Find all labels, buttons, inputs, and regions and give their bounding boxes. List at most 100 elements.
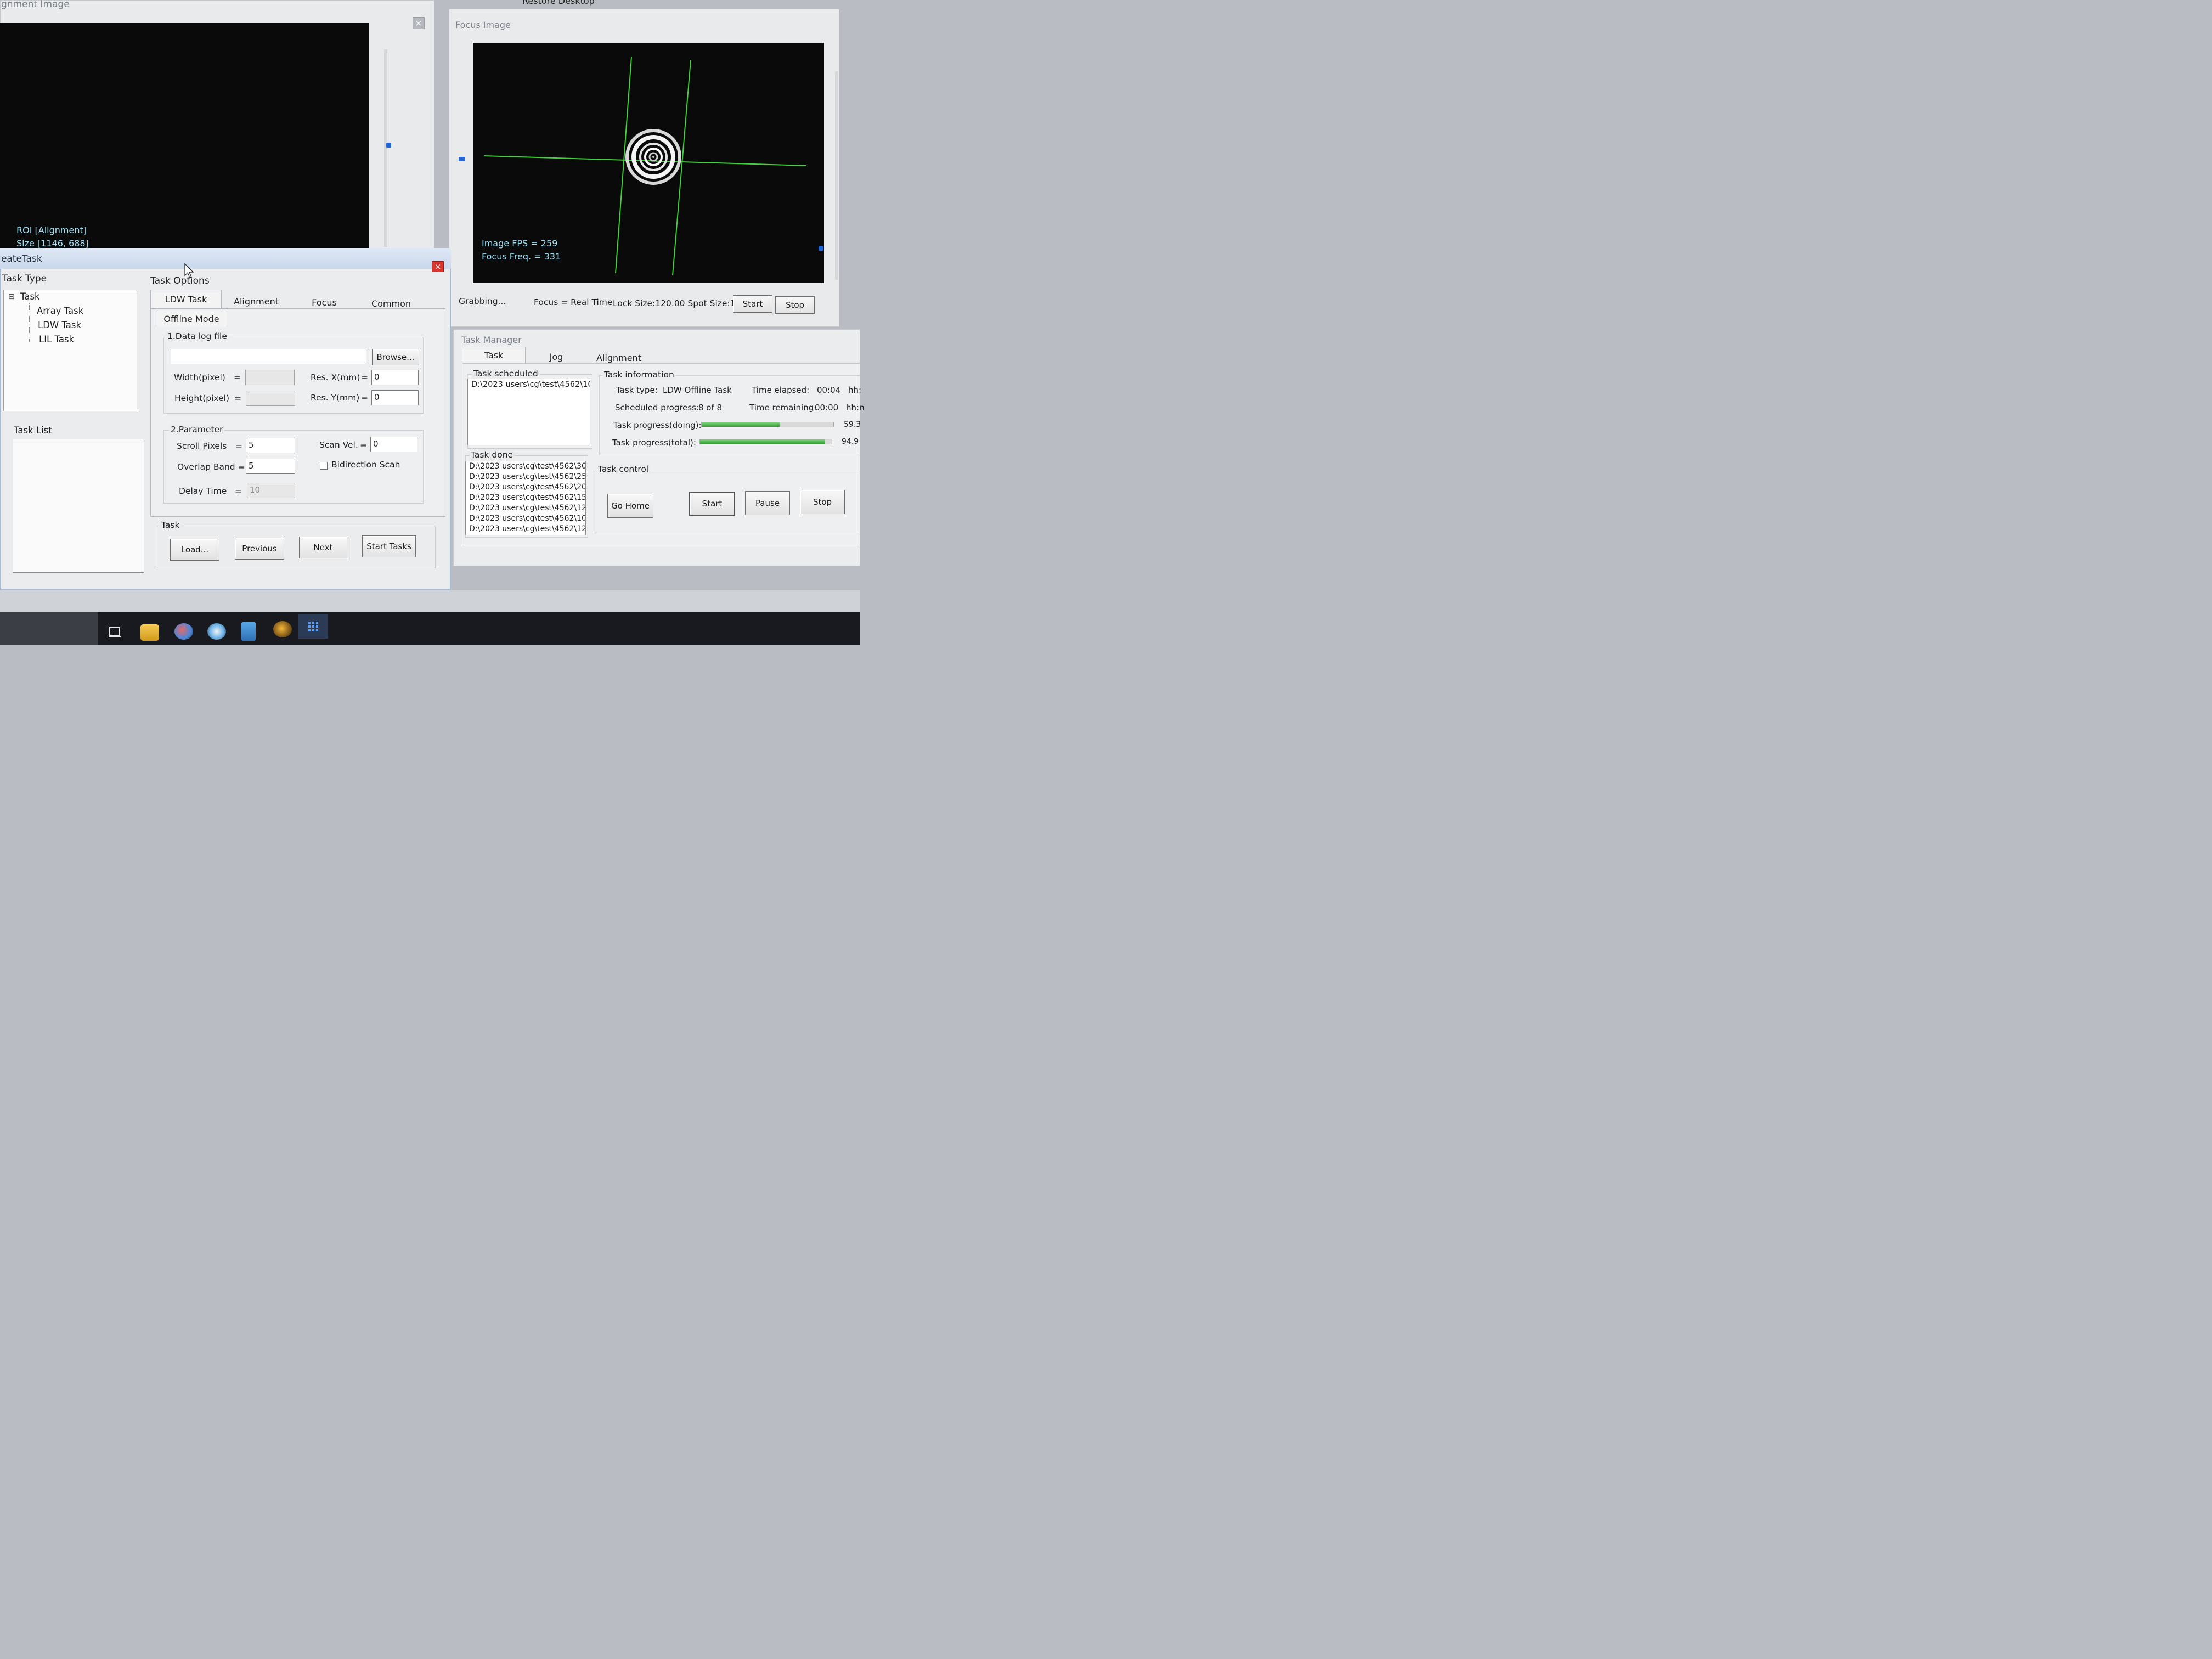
width-pixel-label: Width(pixel) xyxy=(174,373,225,382)
roi-label: ROI [Alignment] xyxy=(16,225,87,235)
progress-doing-percent: 59.3 xyxy=(844,420,861,429)
task-pause-button[interactable]: Pause xyxy=(745,491,790,515)
focus-spot-rings xyxy=(625,129,681,185)
res-y-input[interactable]: 0 xyxy=(371,390,419,405)
tab-offline-mode[interactable]: Offline Mode xyxy=(156,311,227,327)
task-type-value: LDW Offline Task xyxy=(663,385,732,395)
tree-node-task[interactable]: Task xyxy=(20,291,40,302)
close-icon: × xyxy=(415,18,422,28)
go-home-button[interactable]: Go Home xyxy=(607,494,653,518)
alignment-image-view: ROI [Alignment] Size [1146, 688] xyxy=(0,23,369,253)
list-item[interactable]: D:\2023 users\cg\test\4562\12- xyxy=(466,503,585,514)
overlap-band-label: Overlap Band = xyxy=(177,462,245,472)
delay-time-eq: = xyxy=(235,486,242,496)
create-task-close-button[interactable]: × xyxy=(432,261,444,272)
focus-stop-button[interactable]: Stop xyxy=(775,296,815,314)
load-button[interactable]: Load... xyxy=(170,539,219,561)
create-task-titlebar[interactable] xyxy=(0,248,451,269)
task-start-button[interactable]: Start xyxy=(689,492,735,516)
image-fps-label: Image FPS = 259 xyxy=(482,238,558,249)
tree-guide-line xyxy=(29,303,30,342)
scroll-pixels-eq: = xyxy=(235,441,242,451)
time-remaining-label: Time remaining: xyxy=(749,403,817,413)
alignment-scrollbar[interactable] xyxy=(384,49,387,247)
list-item[interactable]: D:\2023 users\cg\test\4562\10- xyxy=(466,514,585,524)
task-type-tree[interactable]: ⊟ Task Array Task LDW Task LIL Task xyxy=(3,290,137,411)
calculator-icon[interactable] xyxy=(241,622,256,641)
progress-doing-label: Task progress(doing): xyxy=(613,420,702,430)
tree-node-ldw-task[interactable]: LDW Task xyxy=(38,320,81,330)
app-globe-icon[interactable] xyxy=(273,621,292,637)
scan-vel-input[interactable]: 0 xyxy=(370,437,417,452)
file-explorer-icon[interactable] xyxy=(140,624,159,641)
start-tasks-button[interactable]: Start Tasks xyxy=(362,535,416,557)
task-view-icon[interactable] xyxy=(106,624,125,641)
delay-time-input[interactable]: 10 xyxy=(247,483,295,498)
previous-button[interactable]: Previous xyxy=(235,538,284,560)
task-scheduled-list[interactable]: D:\2023 users\cg\test\4562\10- xyxy=(467,379,590,445)
task-type-section-label: Task Type xyxy=(2,273,47,284)
focus-mode-label: Focus = Real Time xyxy=(534,297,613,307)
list-item[interactable]: D:\2023 users\cg\test\4562\30- xyxy=(466,461,585,472)
paint-palette-icon[interactable] xyxy=(207,623,226,640)
focus-scroll-thumb[interactable] xyxy=(819,246,823,251)
restore-desktop-label[interactable]: Restore Desktop xyxy=(522,0,595,6)
height-pixel-input[interactable] xyxy=(246,391,295,406)
scan-vel-eq: = xyxy=(360,440,367,450)
desktop-strip xyxy=(0,590,860,612)
scheduled-progress-value: 8 of 8 xyxy=(698,403,723,413)
time-remaining-value: 00:00 xyxy=(815,403,839,413)
data-log-title: 1.Data log file xyxy=(166,331,229,341)
next-button[interactable]: Next xyxy=(299,537,347,558)
alignment-close-button[interactable]: × xyxy=(413,17,425,29)
time-elapsed-unit: hh: xyxy=(848,385,862,395)
progress-total-fill xyxy=(700,439,825,444)
list-item[interactable]: D:\2023 users\cg\test\4562\20- xyxy=(466,482,585,493)
task-options-label: Task Options xyxy=(150,275,210,286)
res-y-eq: = xyxy=(361,393,368,403)
tree-collapse-icon[interactable]: ⊟ xyxy=(8,292,15,301)
task-control-label: Task control xyxy=(596,464,651,474)
taskbar-left-edge xyxy=(0,612,98,645)
task-done-list[interactable]: D:\2023 users\cg\test\4562\30- D:\2023 u… xyxy=(465,461,586,535)
list-item[interactable]: D:\2023 users\cg\test\4562\12- xyxy=(466,524,585,534)
bidirection-scan-label[interactable]: Bidirection Scan xyxy=(331,460,400,470)
tab-ldw-task[interactable]: LDW Task xyxy=(150,290,222,308)
alignment-scroll-thumb[interactable] xyxy=(386,143,391,148)
tm-tab-task[interactable]: Task xyxy=(462,347,526,363)
tree-node-lil-task[interactable]: LIL Task xyxy=(39,334,74,345)
browse-button[interactable]: Browse... xyxy=(372,349,419,365)
res-x-input[interactable]: 0 xyxy=(371,370,419,385)
height-eq: = xyxy=(234,393,241,403)
paint-icon[interactable] xyxy=(174,623,193,640)
focus-scrollbar[interactable] xyxy=(835,71,838,280)
tab-alignment[interactable]: Alignment xyxy=(223,293,290,309)
res-x-eq: = xyxy=(361,373,368,382)
time-remaining-unit: hh:n xyxy=(846,403,865,413)
tm-tab-jog[interactable]: Jog xyxy=(527,349,586,364)
task-manager-title: Task Manager xyxy=(461,335,522,345)
scroll-pixels-input[interactable]: 5 xyxy=(246,438,295,453)
task-stop-button[interactable]: Stop xyxy=(800,490,845,514)
res-y-label: Res. Y(mm) xyxy=(311,393,360,403)
roi-size-label: Size [1146, 688] xyxy=(16,238,89,249)
tree-node-array-task[interactable]: Array Task xyxy=(37,306,83,316)
alignment-panel-title: gnment Image xyxy=(1,0,70,10)
overlap-band-input[interactable]: 5 xyxy=(246,459,295,474)
progress-total-bar xyxy=(699,439,832,444)
grid-app-icon[interactable] xyxy=(298,614,328,639)
progress-total-percent: 94.9 xyxy=(842,437,859,446)
parameter-title: 2.Parameter xyxy=(169,425,225,435)
width-pixel-input[interactable] xyxy=(245,370,295,385)
task-list-box[interactable] xyxy=(13,439,144,573)
progress-doing-fill xyxy=(702,422,780,427)
list-item[interactable]: D:\2023 users\cg\test\4562\10- xyxy=(468,379,590,390)
task-information-label: Task information xyxy=(602,370,676,380)
list-item[interactable]: D:\2023 users\cg\test\4562\15- xyxy=(466,493,585,503)
data-log-path-input[interactable] xyxy=(171,349,366,364)
task-scheduled-label: Task scheduled xyxy=(472,369,540,379)
task-done-label: Task done xyxy=(469,450,515,460)
bidirection-scan-checkbox[interactable] xyxy=(320,462,328,470)
focus-start-button[interactable]: Start xyxy=(733,295,772,313)
list-item[interactable]: D:\2023 users\cg\test\4562\25- xyxy=(466,472,585,482)
